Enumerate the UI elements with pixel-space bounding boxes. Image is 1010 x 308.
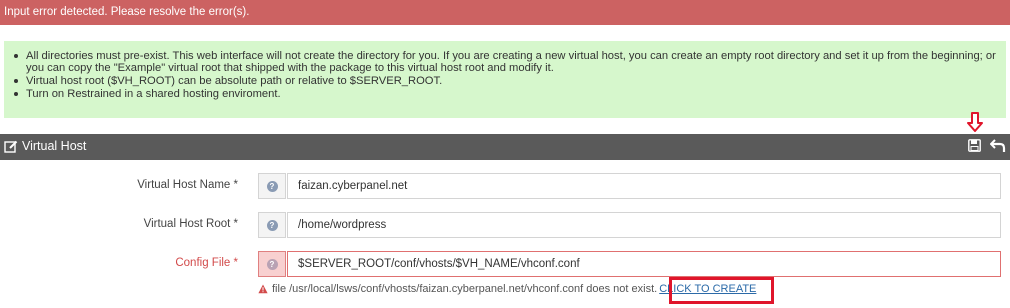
save-icon[interactable] (968, 139, 984, 155)
error-banner-text: Input error detected. Please resolve the… (4, 6, 250, 18)
vhost-name-label: Virtual Host Name * (137, 179, 238, 191)
question-icon: ? (266, 219, 278, 231)
question-icon: ? (266, 258, 278, 270)
info-list: All directories must pre-exist. This web… (4, 41, 1006, 100)
help-button[interactable]: ? (258, 251, 286, 277)
panel-title: Virtual Host (4, 139, 86, 153)
info-notes: All directories must pre-exist. This web… (4, 41, 1006, 118)
panel-title-text: Virtual Host (22, 139, 87, 153)
form-row-config-file: Config File * ? (0, 251, 1010, 277)
form-row-vhost-name: Virtual Host Name * ? (0, 173, 1010, 199)
warning-icon (258, 284, 268, 294)
annotation-arrow-icon (967, 112, 983, 132)
edit-icon (4, 140, 18, 153)
help-button[interactable]: ? (258, 173, 286, 199)
form-row-vhost-root: Virtual Host Root * ? (0, 212, 1010, 238)
help-button[interactable]: ? (258, 212, 286, 238)
question-icon: ? (266, 180, 278, 192)
config-file-input[interactable] (287, 251, 1001, 277)
panel-header: Virtual Host (0, 134, 1010, 160)
undo-icon[interactable] (989, 139, 1008, 155)
vhost-root-label: Virtual Host Root * (143, 218, 238, 230)
vhost-root-input[interactable] (287, 212, 1001, 238)
annotation-highlight-box (669, 277, 774, 304)
config-file-label: Config File * (175, 257, 238, 269)
config-error-text: file /usr/local/lsws/conf/vhosts/faizan.… (272, 283, 658, 295)
info-item: All directories must pre-exist. This web… (14, 50, 996, 74)
info-item: Virtual host root ($VH_ROOT) can be abso… (14, 75, 996, 87)
info-item: Turn on Restrained in a shared hosting e… (14, 88, 996, 100)
vhost-name-input[interactable] (287, 173, 1001, 199)
error-banner: Input error detected. Please resolve the… (0, 0, 1010, 25)
